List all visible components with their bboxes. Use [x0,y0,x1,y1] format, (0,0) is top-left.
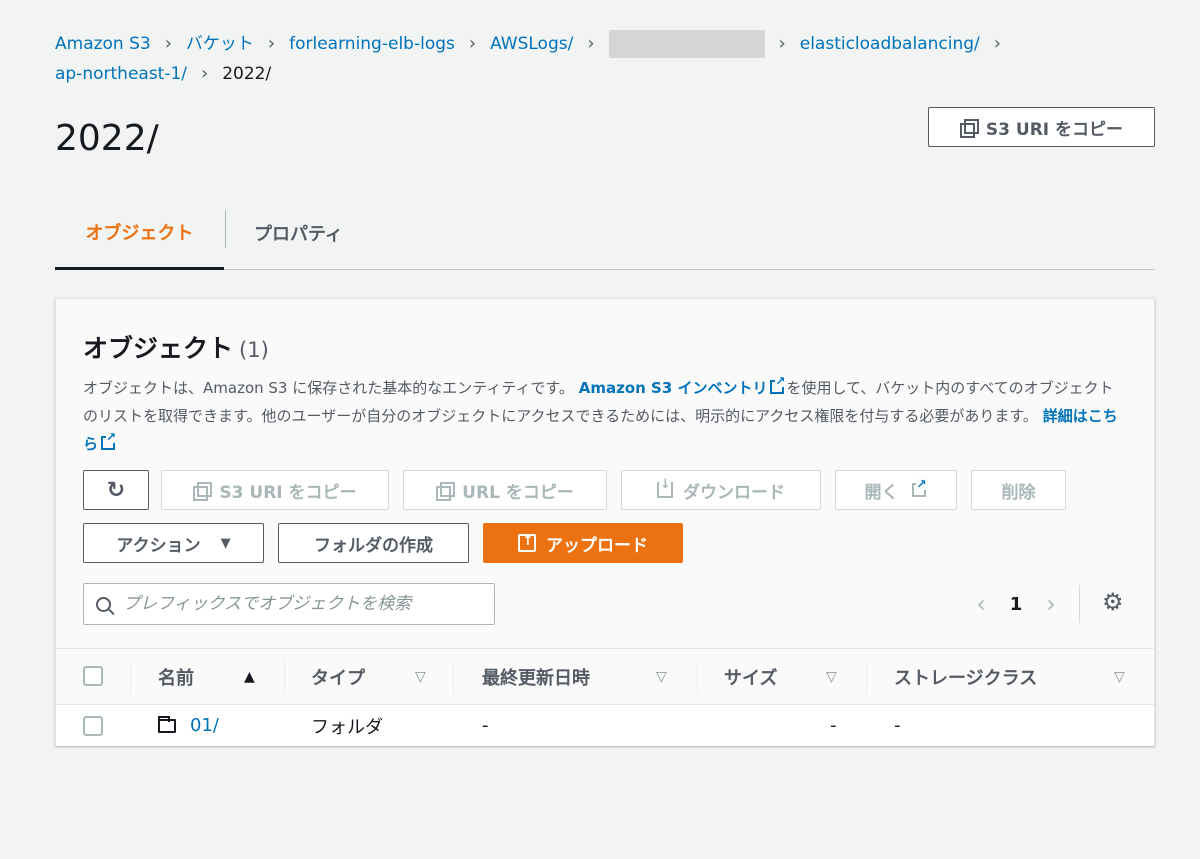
breadcrumb-separator: › [468,33,477,54]
sort-icon: ▽ [656,668,667,685]
refresh-button[interactable]: ↻ [83,470,149,510]
folder-icon [158,715,176,733]
pagination: ‹ 1 › [961,585,1080,623]
page-title: 2022/ [55,118,159,159]
search-input[interactable] [123,594,483,614]
column-header-name[interactable]: 名前 ▲ [158,649,284,704]
column-header-last-modified-label: 最終更新日時 [482,667,590,689]
objects-panel-title-text: オブジェクト [83,334,234,363]
breadcrumb-separator: › [993,33,1001,54]
search-icon [96,596,111,612]
breadcrumb-separator: › [267,33,276,54]
objects-panel-header: オブジェクト (1) オブジェクトは、Amazon S3 に保存された基本的なエン… [56,299,1154,648]
previous-page-icon[interactable]: ‹ [961,590,1001,618]
delete-button[interactable]: 削除 [971,470,1066,510]
external-link-icon [101,431,117,450]
folder-link[interactable]: 01/ [190,715,219,736]
breadcrumb-separator: › [778,33,786,54]
column-divider [866,661,867,693]
tab-bar: オブジェクト プロパティ [55,196,1155,270]
column-header-name-label: 名前 [158,667,194,689]
column-header-type[interactable]: タイプ ▽ [311,649,453,704]
breadcrumb-region[interactable]: ap-northeast-1/ [55,60,187,88]
copy-icon [959,119,979,138]
objects-panel-title: オブジェクト (1) [83,329,269,365]
download-button-label: ダウンロード [683,482,785,503]
breadcrumb-separator: › [201,63,209,84]
breadcrumb-separator: › [164,33,172,54]
create-folder-button[interactable]: フォルダの作成 [278,523,469,563]
column-header-storage-class-label: ストレージクラス [894,667,1038,689]
cell-type: フォルダ [311,716,383,738]
breadcrumb: Amazon S3 › バケット › forlearning-elb-logs … [55,30,1155,88]
download-icon [657,477,673,498]
breadcrumb-awslogs[interactable]: AWSLogs/ [490,30,573,58]
upload-button-label: アップロード [546,535,648,556]
search-box [83,583,495,625]
breadcrumb-bucket[interactable]: forlearning-elb-logs [289,30,455,58]
column-header-type-label: タイプ [311,667,365,689]
objects-panel: オブジェクト (1) オブジェクトは、Amazon S3 に保存された基本的なエン… [55,298,1155,746]
open-button[interactable]: 開く [835,470,957,510]
upload-icon [518,533,536,552]
copy-s3-uri-button-label: S3 URI をコピー [219,482,357,503]
cell-storage-class: - [894,715,901,736]
copy-url-button[interactable]: URL をコピー [403,470,607,510]
copy-url-button-label: URL をコピー [462,482,574,503]
table-row[interactable]: 01/ フォルダ - - - [56,705,1154,746]
description-text-1: オブジェクトは、Amazon S3 に保存された基本的なエンティティです。 [83,379,574,397]
next-page-icon[interactable]: › [1031,590,1071,618]
open-button-label: 開く [864,482,899,503]
table-header: 名前 ▲ タイプ ▽ 最終更新日時 ▽ サイズ ▽ ストレージクラス ▽ [56,648,1154,705]
column-header-size[interactable]: サイズ ▽ [724,649,866,704]
cell-name: 01/ [158,705,219,746]
sort-icon: ▽ [826,668,837,685]
create-folder-button-label: フォルダの作成 [314,535,433,556]
refresh-icon: ↻ [106,477,126,503]
copy-s3-uri-button[interactable]: S3 URI をコピー [161,470,389,510]
select-all-checkbox[interactable] [83,666,103,686]
delete-button-label: 削除 [1001,482,1036,503]
external-link-icon [911,478,927,497]
tab-objects[interactable]: オブジェクト [55,196,224,270]
column-divider [130,661,131,693]
column-header-storage-class[interactable]: ストレージクラス ▽ [894,649,1134,704]
copy-icon [193,482,213,501]
actions-dropdown-label: アクション [116,535,201,556]
column-divider [284,661,285,693]
sort-icon: ▽ [1114,668,1125,685]
download-button[interactable]: ダウンロード [621,470,821,510]
copy-s3-uri-label: S3 URI をコピー [985,119,1124,140]
sort-icon: ▽ [415,668,426,685]
column-divider [697,661,698,693]
cell-size: - [830,715,837,736]
breadcrumb-current: 2022/ [222,64,272,84]
external-link-icon [770,375,786,394]
objects-count: (1) [239,338,269,362]
column-header-last-modified[interactable]: 最終更新日時 ▽ [482,649,697,704]
objects-description: オブジェクトは、Amazon S3 に保存された基本的なエンティティです。 Am… [83,374,1123,458]
breadcrumb-buckets[interactable]: バケット [186,30,254,58]
copy-icon [436,482,456,501]
copy-s3-uri-header-button[interactable]: S3 URI をコピー [928,107,1155,147]
upload-button[interactable]: アップロード [483,523,683,563]
inventory-link-label: Amazon S3 インベントリ [578,379,768,397]
tab-properties[interactable]: プロパティ [254,196,343,269]
current-page-number[interactable]: 1 [1001,594,1031,615]
sort-ascending-icon: ▲ [244,668,255,685]
breadcrumb-separator: › [587,33,595,54]
breadcrumb-redacted-account[interactable] [608,30,765,58]
cell-last-modified: - [482,715,489,736]
breadcrumb-amazon-s3[interactable]: Amazon S3 [55,30,151,58]
inventory-link[interactable]: Amazon S3 インベントリ [578,375,787,397]
column-divider [453,661,454,693]
row-checkbox[interactable] [83,716,103,736]
column-header-size-label: サイズ [724,667,778,689]
breadcrumb-elb[interactable]: elasticloadbalancing/ [800,30,980,58]
pagination-divider [1079,585,1080,623]
actions-dropdown[interactable]: アクション ▼ [83,523,264,563]
caret-down-icon: ▼ [220,535,231,551]
tab-divider [225,210,226,248]
gear-icon[interactable]: ⚙ [1102,588,1124,616]
